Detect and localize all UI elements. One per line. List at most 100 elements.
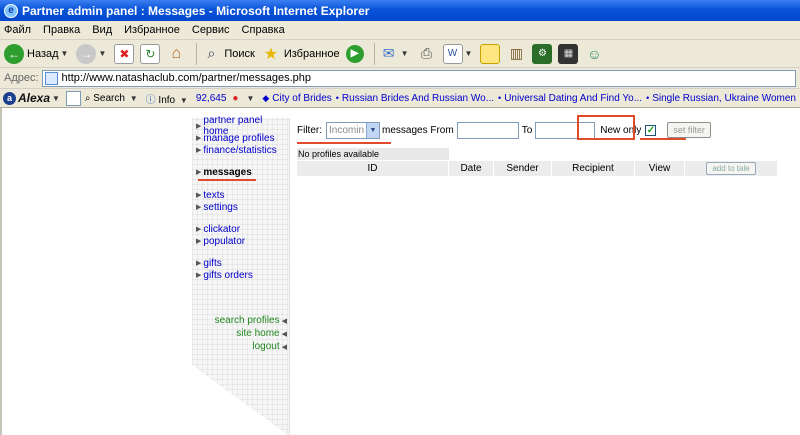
back-button[interactable]: ← Назад ▼ — [4, 42, 70, 66]
address-url: http://www.natashaclub.com/partner/messa… — [61, 72, 312, 84]
search-icon: ⌕ — [207, 45, 216, 61]
notes-button[interactable] — [480, 42, 501, 66]
forward-dropdown-icon[interactable]: ▼ — [98, 49, 106, 58]
triangle-left-icon: ◀ — [281, 330, 287, 338]
alexa-info-button[interactable]: ⓘ Info ▼ — [146, 91, 190, 106]
links-dropdown-icon: ▼ — [246, 93, 255, 103]
nav-group-current: ▶ messages — [196, 166, 252, 178]
film-icon: ▦ — [558, 43, 579, 64]
alexa-rank[interactable]: 92,645 — [196, 93, 227, 104]
alexa-dropdown-icon[interactable]: ▼ — [52, 94, 60, 103]
bullet-icon: • — [335, 93, 339, 103]
menu-file[interactable]: Файл — [4, 24, 31, 36]
books-icon: ▥ — [509, 45, 524, 61]
new-only-checkbox[interactable]: ✓ — [645, 124, 657, 136]
sidebar-item-texts[interactable]: ▶ texts — [196, 189, 238, 201]
checkmark-icon: ✓ — [646, 124, 656, 136]
triangle-right-icon: ▶ — [196, 123, 202, 130]
page-left-border — [0, 108, 2, 435]
search-icon: ⌕ — [84, 92, 91, 104]
star-icon: ★ — [263, 45, 279, 63]
edit-button[interactable]: W ▼ — [442, 42, 475, 66]
alexa-links-dropdown[interactable]: ▼ — [244, 93, 256, 104]
sidebar-item-finance-statistics[interactable]: ▶ finance/statistics — [196, 144, 289, 156]
refresh-button[interactable]: ↻ — [140, 42, 161, 66]
menu-view[interactable]: Вид — [92, 24, 112, 36]
sidebar-item-gifts[interactable]: ▶ gifts — [196, 257, 253, 269]
alexa-search-input[interactable] — [65, 90, 81, 106]
alexa-link-1[interactable]: City of Brides — [272, 93, 331, 104]
sidebar-item-gifts-orders[interactable]: ▶ gifts orders — [196, 269, 253, 281]
search-dropdown-icon[interactable]: ▼ — [130, 94, 138, 103]
forward-button[interactable]: → ▼ — [76, 42, 108, 66]
message-type-select[interactable]: Incomin ▼ — [326, 121, 380, 139]
menu-edit[interactable]: Правка — [43, 24, 80, 36]
messages-table-header: ID Date Sender Recipient View add to tal… — [297, 160, 778, 176]
alexa-toolbar: a Alexa ▼ ⌕ Search ▼ ⓘ Info ▼ 92,645 ● ▼… — [0, 89, 800, 108]
triangle-left-icon: ◀ — [281, 317, 287, 325]
forward-arrow-icon: → — [76, 43, 97, 64]
mail-dropdown-icon[interactable]: ▼ — [401, 49, 409, 58]
triangle-right-icon: ▶ — [196, 204, 202, 211]
alexa-a-icon: a — [3, 91, 16, 105]
gear-icon: ⚙ — [532, 43, 553, 64]
annotation-underline-messages — [198, 179, 256, 181]
alexa-link-3[interactable]: Universal Dating And Find Yo... — [504, 93, 642, 104]
page-content: ▶ partner panel home ▶ manage profiles ▶ fi… — [0, 108, 800, 435]
set-filter-button[interactable]: set filter — [667, 122, 711, 138]
sidebar-item-site-home[interactable]: site home ◀ — [215, 327, 287, 340]
menu-help[interactable]: Справка — [242, 24, 285, 36]
triangle-right-icon: ▶ — [196, 192, 202, 199]
sidebar-item-populator[interactable]: ▶ populator — [196, 235, 245, 247]
info-dropdown-icon[interactable]: ▼ — [180, 96, 188, 105]
menu-tools[interactable]: Сервис — [192, 24, 230, 36]
alexa-link-2[interactable]: Russian Brides And Russian Wo... — [342, 93, 494, 104]
mail-button[interactable]: ✉ ▼ — [379, 42, 411, 66]
favorites-button[interactable]: ★ Избранное — [261, 42, 340, 66]
alexa-alert-icon[interactable]: ● — [232, 93, 238, 104]
people-button[interactable]: ☺ — [584, 42, 604, 66]
column-header-date: Date — [449, 161, 494, 176]
messenger-button[interactable]: ⚙ — [532, 42, 553, 66]
page-icon — [44, 71, 58, 85]
date-from-input[interactable] — [456, 121, 519, 139]
menu-bar: Файл Правка Вид Избранное Сервис Справка — [0, 21, 800, 40]
empty-state-message: No profiles available — [297, 148, 449, 160]
research-button[interactable]: ▥ — [506, 42, 526, 66]
sidebar-item-label: logout — [252, 341, 280, 352]
sidebar-item-messages[interactable]: ▶ messages — [196, 166, 252, 178]
address-input[interactable]: http://www.natashaclub.com/partner/messa… — [41, 69, 796, 87]
add-to-tale-button[interactable]: add to tale — [706, 162, 756, 175]
nav-group-bottom: search profiles ◀ site home ◀ logout ◀ — [215, 314, 287, 353]
search-label: Поиск — [224, 47, 255, 60]
triangle-right-icon: ▶ — [196, 169, 202, 176]
bullet-icon: ◆ — [262, 92, 270, 103]
back-dropdown-icon[interactable]: ▼ — [61, 49, 69, 58]
sidebar-item-logout[interactable]: logout ◀ — [215, 340, 287, 353]
home-button[interactable]: ⌂ — [166, 42, 186, 66]
alexa-link-4[interactable]: Single Russian, Ukraine Women — [652, 93, 796, 104]
print-button[interactable]: ⎙ — [417, 42, 437, 66]
back-label: Назад — [27, 47, 59, 60]
sidebar-item-search-profiles[interactable]: search profiles ◀ — [215, 314, 287, 327]
edit-dropdown-icon[interactable]: ▼ — [465, 49, 473, 58]
address-label: Адрес: — [4, 72, 39, 84]
nav-group-tools: ▶ clickator ▶ populator — [196, 223, 245, 247]
sidebar-item-settings[interactable]: ▶ settings — [196, 201, 238, 213]
search-button[interactable]: ⌕ Поиск — [201, 42, 254, 66]
message-type-value: Incomin — [329, 124, 365, 136]
sidebar-item-clickator[interactable]: ▶ clickator — [196, 223, 245, 235]
sidebar-item-partner-panel-home[interactable]: ▶ partner panel home — [196, 115, 289, 137]
alexa-search-button[interactable]: ⌕ Search ▼ — [85, 93, 140, 104]
messages-from-label: messages From — [382, 124, 454, 136]
media-button[interactable]: ▶ — [345, 42, 364, 66]
menu-favorites[interactable]: Избранное — [124, 24, 180, 36]
bullet-icon: • — [498, 93, 502, 103]
annotation-underline-set-filter — [640, 138, 686, 140]
sidebar-item-label: search profiles — [214, 315, 280, 326]
stop-button[interactable]: ✖ — [114, 42, 135, 66]
sidebar-item-label: finance/statistics — [203, 144, 277, 156]
sidebar-item-label: gifts — [203, 257, 222, 269]
film-button[interactable]: ▦ — [558, 42, 579, 66]
alexa-logo[interactable]: a Alexa ▼ — [3, 91, 62, 105]
